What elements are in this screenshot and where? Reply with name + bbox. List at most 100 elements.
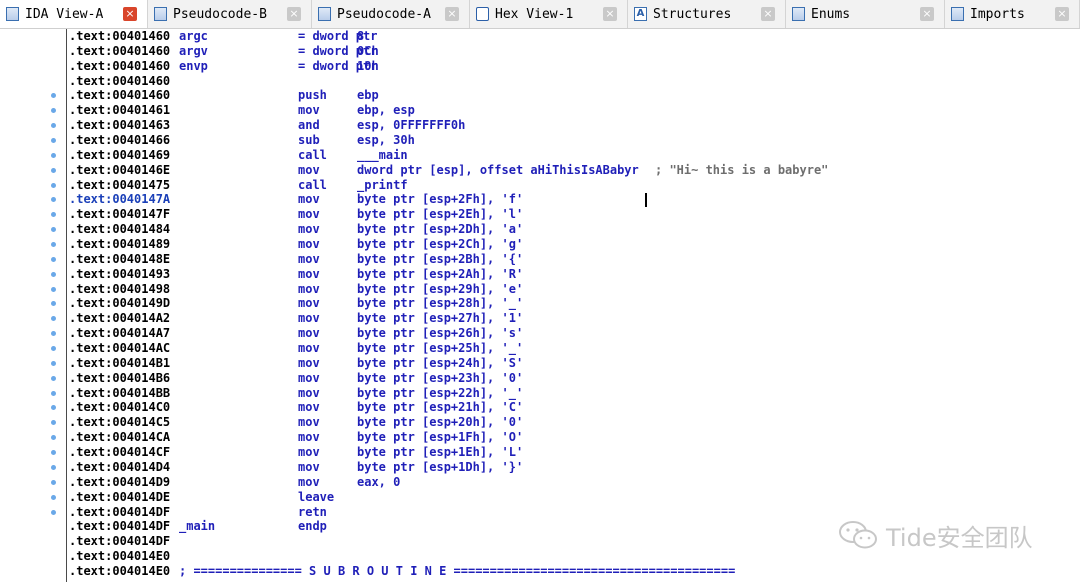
- line-mnemonic: mov: [298, 400, 320, 415]
- watermark: Tide安全团队: [838, 517, 1033, 553]
- breakpoint-dot-icon[interactable]: [51, 479, 56, 485]
- breakpoint-dot-icon[interactable]: [51, 256, 56, 262]
- line-label: argv: [179, 43, 208, 58]
- gutter-divider: [66, 29, 67, 582]
- listing-line[interactable]: .text:004014AC mov byte ptr [esp+25h], '_': [51, 341, 1074, 356]
- line-address: .text:0040147A: [69, 192, 171, 207]
- tab-label: Hex View-1: [495, 6, 574, 22]
- close-icon[interactable]: ×: [920, 7, 934, 21]
- line-mnemonic: mov: [298, 237, 320, 252]
- listing-line[interactable]: .text:0040147F mov byte ptr [esp+2Eh], 'l': [51, 207, 1074, 222]
- listing-line[interactable]: .text:004014CA mov byte ptr [esp+1Fh], 'O': [51, 430, 1074, 445]
- breakpoint-dot-icon[interactable]: [51, 242, 56, 248]
- line-mnemonic: endp: [298, 519, 327, 534]
- listing-line[interactable]: .text:00401460 argv = dword ptr 0Ch: [69, 44, 1074, 59]
- close-icon[interactable]: ×: [1055, 7, 1069, 21]
- line-address: .text:00401475: [69, 177, 171, 192]
- line-operand: 0Ch: [357, 43, 379, 58]
- breakpoint-dot-icon[interactable]: [51, 494, 56, 500]
- line-address: .text:00401498: [69, 281, 171, 296]
- listing-line[interactable]: .text:0040149D mov byte ptr [esp+28h], '_': [51, 296, 1074, 311]
- listing-line[interactable]: .text:004014D9 mov eax, 0: [51, 475, 1074, 490]
- listing-line[interactable]: .text:00401466 sub esp, 30h: [51, 133, 1074, 148]
- listing-line[interactable]: .text:00401498 mov byte ptr [esp+29h], 'e': [51, 281, 1074, 297]
- listing-line[interactable]: .text:00401461 mov ebp, esp: [51, 103, 1074, 118]
- listing-line[interactable]: .text:00401460 argc = dword ptr 8: [69, 29, 1074, 44]
- enums-icon: [792, 7, 805, 21]
- tab-ida-view-a[interactable]: IDA View-A ×: [0, 0, 148, 28]
- line-address: .text:004014AC: [69, 341, 171, 356]
- listing-line[interactable]: .text:004014C0 mov byte ptr [esp+21h], 'C': [51, 400, 1074, 415]
- line-address: .text:00401461: [69, 103, 171, 118]
- breakpoint-dot-icon[interactable]: [51, 271, 56, 277]
- listing-line[interactable]: .text:004014CF mov byte ptr [esp+1Eh], 'L': [51, 445, 1074, 460]
- text-cursor: [645, 193, 647, 207]
- listing-line[interactable]: .text:00401484 mov byte ptr [esp+2Dh], 'a': [51, 222, 1074, 237]
- breakpoint-dot-icon[interactable]: [51, 182, 56, 188]
- line-mnemonic: retn: [298, 504, 327, 519]
- listing-line[interactable]: .text:0040147A mov byte ptr [esp+2Fh], 'f': [51, 192, 1074, 207]
- listing-line[interactable]: .text:00401489 mov byte ptr [esp+2Ch], 'g': [51, 237, 1074, 252]
- line-mnemonic: mov: [298, 341, 320, 356]
- line-mnemonic: mov: [298, 311, 320, 326]
- line-operand: byte ptr [esp+22h], '_': [357, 385, 524, 400]
- structures-icon: A: [634, 7, 647, 21]
- line-mnemonic: mov: [298, 192, 320, 207]
- listing-line[interactable]: .text:004014DE leave: [51, 490, 1074, 505]
- listing-line[interactable]: .text:004014A7 mov byte ptr [esp+26h], 's': [51, 326, 1074, 341]
- line-mnemonic: mov: [298, 296, 320, 311]
- listing-line[interactable]: .text:004014BB mov byte ptr [esp+22h], '_': [51, 385, 1074, 401]
- listing-line[interactable]: .text:00401460: [69, 74, 1074, 89]
- listing-line[interactable]: .text:004014A2 mov byte ptr [esp+27h], '1': [51, 311, 1074, 326]
- line-operand: byte ptr [esp+2Bh], '{': [357, 251, 524, 266]
- breakpoint-dot-icon[interactable]: [51, 390, 56, 396]
- line-mnemonic: mov: [298, 430, 320, 445]
- listing-line[interactable]: .text:00401463 and esp, 0FFFFFFF0h: [51, 118, 1074, 133]
- close-icon[interactable]: ×: [287, 7, 301, 21]
- breakpoint-dot-icon[interactable]: [51, 360, 56, 366]
- close-icon[interactable]: ×: [603, 7, 617, 21]
- tab-pseudocode-a[interactable]: Pseudocode-A ×: [312, 0, 470, 28]
- tab-label: Structures: [653, 6, 732, 22]
- line-mnemonic: mov: [298, 266, 320, 281]
- listing-line[interactable]: .text:00401460 push ebp: [51, 88, 1074, 103]
- line-operand: byte ptr [esp+2Ch], 'g': [357, 237, 524, 252]
- line-operand: byte ptr [esp+21h], 'C': [357, 400, 524, 415]
- line-address: .text:00401489: [69, 237, 171, 252]
- close-icon[interactable]: ×: [123, 7, 137, 21]
- line-address: .text:00401466: [69, 133, 171, 148]
- tab-structures[interactable]: A Structures ×: [628, 0, 786, 28]
- breakpoint-dot-icon[interactable]: [51, 286, 56, 292]
- listing-line[interactable]: .text:004014E0 ; =============== S U B R …: [69, 564, 1074, 579]
- breakpoint-dot-icon[interactable]: [51, 138, 56, 144]
- listing-line[interactable]: .text:004014B1 mov byte ptr [esp+24h], 'S': [51, 355, 1074, 371]
- breakpoint-dot-icon[interactable]: [51, 167, 56, 173]
- breakpoint-dot-icon[interactable]: [51, 509, 56, 515]
- line-address: .text:004014DF: [69, 534, 171, 549]
- line-mnemonic: mov: [298, 281, 320, 296]
- imports-icon: [951, 7, 964, 21]
- line-operand: byte ptr [esp+27h], '1': [357, 311, 524, 326]
- listing-line[interactable]: .text:0040146E mov dword ptr [esp], offset…: [51, 162, 1074, 178]
- close-icon[interactable]: ×: [761, 7, 775, 21]
- line-operand: byte ptr [esp+28h], '_': [357, 296, 524, 311]
- breakpoint-dot-icon[interactable]: [51, 464, 56, 470]
- listing-line[interactable]: .text:00401475 call _printf: [51, 177, 1074, 193]
- line-operand: byte ptr [esp+24h], 'S': [357, 355, 524, 370]
- tab-imports[interactable]: Imports ×: [945, 0, 1080, 28]
- tab-enums[interactable]: Enums ×: [786, 0, 945, 28]
- breakpoint-dot-icon[interactable]: [51, 152, 56, 158]
- close-icon[interactable]: ×: [445, 7, 459, 21]
- listing-line[interactable]: .text:00401460 envp = dword ptr 10h: [69, 59, 1074, 74]
- tab-pseudocode-b[interactable]: Pseudocode-B ×: [148, 0, 312, 28]
- listing-line[interactable]: .text:004014B6 mov byte ptr [esp+23h], '0': [51, 371, 1074, 386]
- breakpoint-dot-icon[interactable]: [51, 375, 56, 381]
- disassembly-listing[interactable]: .text:00401460 argc = dword ptr 8 .text:0040…: [51, 29, 1074, 579]
- line-mnemonic: mov: [298, 162, 320, 177]
- listing-line[interactable]: .text:004014C5 mov byte ptr [esp+20h], '0': [51, 415, 1074, 430]
- listing-line[interactable]: .text:00401493 mov byte ptr [esp+2Ah], 'R': [51, 266, 1074, 282]
- listing-line[interactable]: .text:00401469 call ___main: [51, 148, 1074, 163]
- listing-line[interactable]: .text:0040148E mov byte ptr [esp+2Bh], '{': [51, 251, 1074, 267]
- listing-line[interactable]: .text:004014D4 mov byte ptr [esp+1Dh], '}': [51, 460, 1074, 475]
- tab-hex-view-1[interactable]: Hex View-1 ×: [470, 0, 628, 28]
